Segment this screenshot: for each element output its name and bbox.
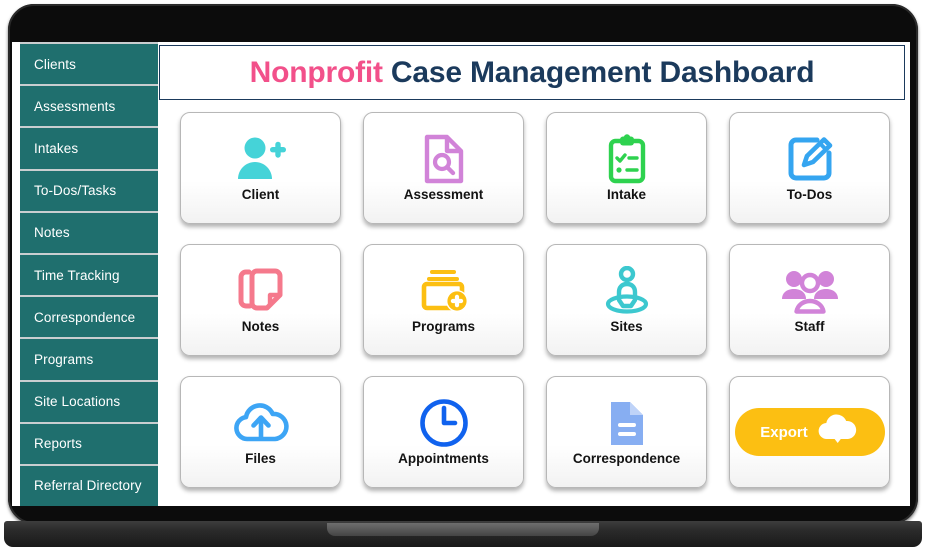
sidebar-item-label: Programs (34, 351, 94, 367)
screen: Clients Assessments Intakes To-Dos/Tasks… (12, 42, 910, 506)
dashboard-card-grid: Client Assessment Intake To-Dos Notes Pr… (172, 106, 898, 498)
sidebar-item-todos-tasks[interactable]: To-Dos/Tasks (20, 170, 158, 213)
document-lines-icon (608, 396, 646, 450)
folder-plus-icon (419, 264, 469, 318)
sidebar-item-referral-directory[interactable]: Referral Directory (20, 465, 158, 506)
export-button-label: Export (760, 423, 808, 441)
export-button[interactable]: Export (734, 408, 885, 456)
sidebar-item-assessments[interactable]: Assessments (20, 86, 158, 129)
sidebar-item-label: Intakes (34, 140, 79, 156)
clipboard-check-icon (607, 132, 647, 186)
card-label: Assessment (403, 187, 484, 203)
card-staff[interactable]: Staff (729, 244, 890, 356)
card-programs[interactable]: Programs (363, 244, 524, 356)
card-assessment[interactable]: Assessment (363, 112, 524, 224)
card-todos[interactable]: To-Dos (729, 112, 890, 224)
edit-square-icon (786, 132, 834, 186)
card-label: Appointments (398, 451, 489, 467)
card-label: To-Dos (786, 187, 833, 203)
card-notes[interactable]: Notes (180, 244, 341, 356)
card-intake[interactable]: Intake (546, 112, 707, 224)
sidebar-item-label: Assessments (34, 98, 116, 114)
laptop-hinge-notch (327, 523, 599, 536)
laptop-base (4, 521, 922, 547)
cloud-upload-icon (233, 396, 289, 450)
sidebar-item-label: Site Locations (34, 394, 121, 410)
card-label: Notes (241, 319, 280, 335)
card-files[interactable]: Files (180, 376, 341, 488)
sidebar: Clients Assessments Intakes To-Dos/Tasks… (20, 42, 158, 506)
page-title-rest: Case Management Dashboard (382, 55, 815, 89)
card-appointments[interactable]: Appointments (363, 376, 524, 488)
brand-word: Nonprofit (249, 55, 383, 89)
main-content: Nonprofit Case Management Dashboard Clie… (158, 42, 910, 506)
card-correspondence[interactable]: Correspondence (546, 376, 707, 488)
people-group-icon (781, 264, 838, 318)
card-client[interactable]: Client (180, 112, 341, 224)
card-export[interactable]: Export (729, 376, 890, 488)
location-person-icon (603, 264, 651, 318)
card-label: Correspondence (572, 451, 681, 467)
sidebar-item-clients[interactable]: Clients (20, 42, 158, 87)
sidebar-item-site-locations[interactable]: Site Locations (20, 381, 158, 424)
sidebar-item-reports[interactable]: Reports (20, 423, 158, 466)
clock-icon (419, 396, 469, 450)
dashboard-header: Nonprofit Case Management Dashboard (159, 45, 905, 100)
sidebar-item-label: Referral Directory (34, 478, 142, 494)
sidebar-item-intakes[interactable]: Intakes (20, 128, 158, 171)
card-label: Staff (794, 319, 825, 335)
document-search-icon (423, 132, 465, 186)
sidebar-item-label: Correspondence (34, 309, 136, 325)
card-label: Sites (610, 319, 643, 335)
sidebar-item-time-tracking[interactable]: Time Tracking (20, 254, 158, 298)
sidebar-item-label: To-Dos/Tasks (34, 183, 117, 199)
page-title: Nonprofit Case Management Dashboard (250, 56, 815, 90)
card-label: Programs (411, 319, 476, 335)
laptop-device-frame: Clients Assessments Intakes To-Dos/Tasks… (8, 4, 918, 524)
card-label: Client (241, 187, 280, 203)
sidebar-item-label: Clients (34, 56, 76, 72)
sidebar-item-label: Notes (34, 225, 70, 241)
sidebar-item-notes[interactable]: Notes (20, 212, 158, 255)
sidebar-item-programs[interactable]: Programs (20, 339, 158, 382)
user-plus-icon (235, 132, 287, 186)
cloud-download-icon (817, 413, 859, 451)
sidebar-item-correspondence[interactable]: Correspondence (20, 297, 158, 340)
notes-stack-icon (237, 264, 285, 318)
card-label: Intake (606, 187, 647, 203)
sidebar-item-label: Reports (34, 436, 82, 452)
card-sites[interactable]: Sites (546, 244, 707, 356)
sidebar-item-label: Time Tracking (34, 267, 120, 283)
card-label: Files (245, 451, 276, 467)
